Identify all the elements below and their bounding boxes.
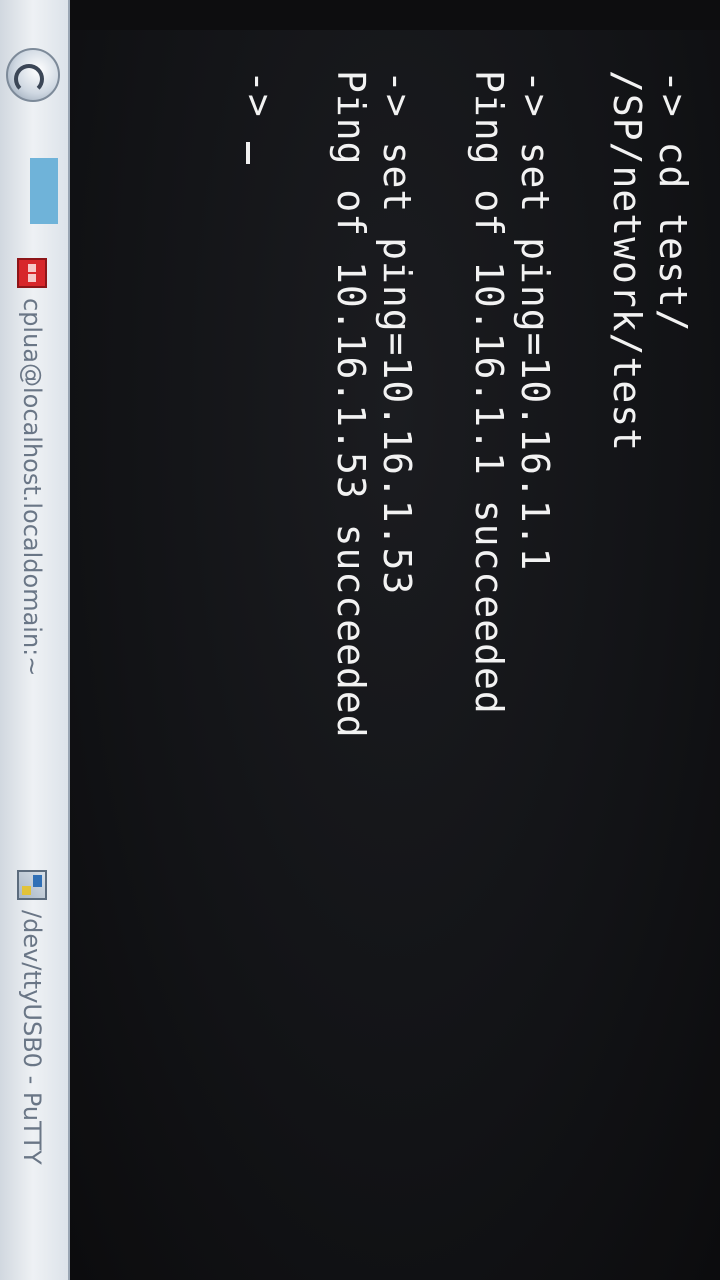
terminal-prompt-line[interactable]: ->: [236, 70, 282, 739]
start-orb-icon[interactable]: [6, 48, 60, 102]
terminal-line: /SP/network/test: [605, 70, 649, 453]
photo-frame: -> cd test/ /SP/network/test -> set ping…: [0, 0, 720, 1280]
terminal-window[interactable]: -> cd test/ /SP/network/test -> set ping…: [70, 30, 720, 1280]
terminal-line: -> set ping=10.16.1.53: [375, 70, 419, 596]
screen-bezel: [70, 0, 720, 30]
text-cursor: [246, 141, 250, 164]
terminal-line: -> cd test/: [651, 70, 695, 333]
terminal-line: -> set ping=10.16.1.1: [513, 70, 557, 572]
terminal-app-icon: [17, 258, 47, 288]
taskbar-item-label: /dev/ttyUSB0 - PuTTY: [18, 910, 46, 1165]
putty-icon: [17, 870, 47, 900]
taskbar-item-label: cplua@localhost.localdomain:~: [18, 298, 46, 677]
quick-launch-tile[interactable]: [30, 158, 58, 224]
terminal-line: Ping of 10.16.1.1 succeeded: [467, 70, 511, 715]
terminal-prompt: ->: [237, 70, 281, 118]
taskbar-item-terminal[interactable]: cplua@localhost.localdomain:~: [12, 258, 52, 858]
terminal-output: -> cd test/ /SP/network/test -> set ping…: [236, 70, 696, 739]
monitor-screen: -> cd test/ /SP/network/test -> set ping…: [0, 0, 720, 1280]
taskbar: cplua@localhost.localdomain:~ /dev/ttyUS…: [0, 0, 70, 1280]
terminal-line: Ping of 10.16.1.53 succeeded: [329, 70, 373, 739]
taskbar-item-putty[interactable]: /dev/ttyUSB0 - PuTTY: [12, 870, 52, 1280]
